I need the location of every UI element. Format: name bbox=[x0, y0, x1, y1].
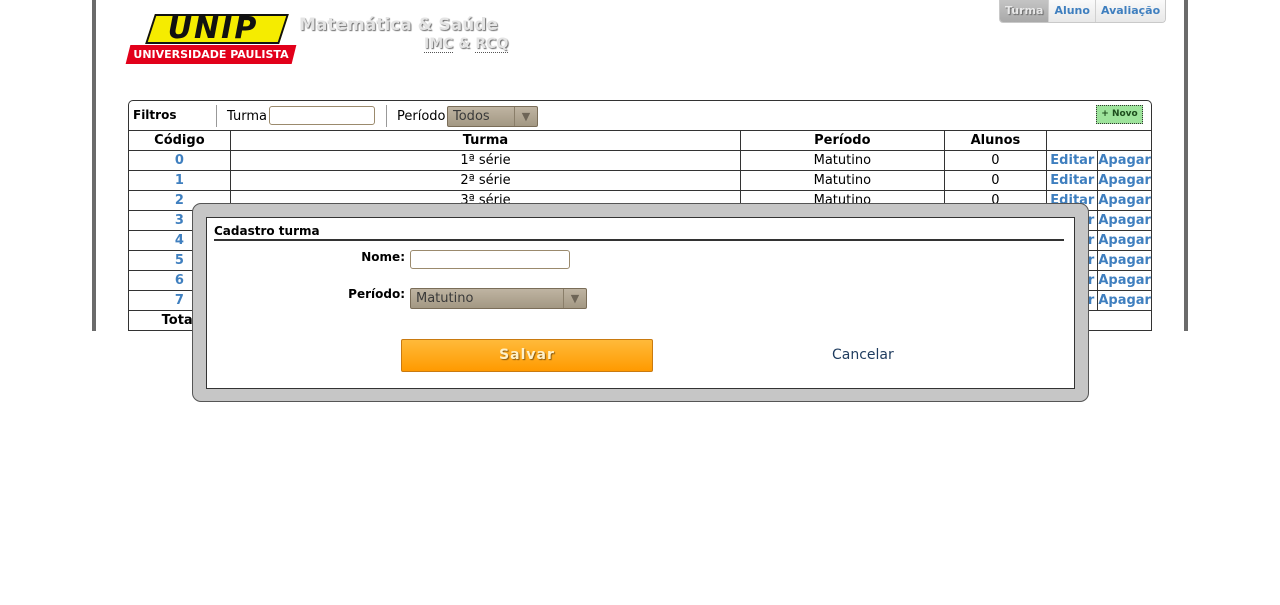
table-header-row: Código Turma Período Alunos bbox=[128, 130, 1152, 151]
delete-link[interactable]: Apagar bbox=[1097, 150, 1152, 171]
column-header-actions bbox=[1046, 130, 1152, 151]
row-turma: 1ª série bbox=[229, 150, 742, 171]
delete-link[interactable]: Apagar bbox=[1097, 250, 1152, 271]
filters-heading: Filtros bbox=[133, 108, 177, 122]
periodo-filter-value: Todos bbox=[453, 109, 490, 124]
table-row: 1 2ª série Matutino 0 Editar Apagar bbox=[128, 170, 1152, 191]
chevron-down-icon: ▼ bbox=[514, 107, 537, 126]
filter-divider bbox=[216, 105, 217, 127]
column-header-turma: Turma bbox=[229, 130, 742, 151]
tab-aluno[interactable]: Aluno bbox=[1048, 0, 1095, 22]
delete-link[interactable]: Apagar bbox=[1097, 270, 1152, 291]
nome-label: Nome: bbox=[361, 250, 405, 264]
periodo-filter-select[interactable]: Todos ▼ bbox=[447, 106, 538, 127]
site-title: Matemática & Saúde bbox=[299, 15, 498, 35]
page-frame-left bbox=[92, 0, 96, 331]
row-codigo[interactable]: 0 bbox=[128, 150, 231, 171]
row-alunos: 0 bbox=[943, 170, 1048, 191]
periodo-select[interactable]: Matutino ▼ bbox=[410, 288, 587, 309]
dialog-title: Cadastro turma bbox=[214, 224, 1064, 241]
abbr-rcq: RCQ bbox=[475, 36, 509, 53]
periodo-filter-label: Período bbox=[397, 109, 446, 124]
site-subtitle: IMC & RCQ bbox=[424, 36, 509, 53]
delete-link[interactable]: Apagar bbox=[1097, 170, 1152, 191]
row-periodo: Matutino bbox=[740, 150, 945, 171]
row-turma: 2ª série bbox=[229, 170, 742, 191]
edit-link[interactable]: Editar bbox=[1046, 150, 1099, 171]
subtitle-ampersand: & bbox=[458, 36, 471, 52]
logo-bottom-text: UNIVERSIDADE PAULISTA bbox=[133, 48, 289, 61]
row-codigo[interactable]: 1 bbox=[128, 170, 231, 191]
column-header-codigo: Código bbox=[128, 130, 231, 151]
save-button[interactable]: Salvar bbox=[401, 339, 653, 372]
row-periodo: Matutino bbox=[740, 170, 945, 191]
turma-filter-label: Turma bbox=[227, 109, 267, 124]
tab-avaliacao[interactable]: Avaliação bbox=[1094, 0, 1166, 22]
unip-logo: UNIP UNIVERSIDADE PAULISTA bbox=[125, 11, 297, 64]
cadastro-turma-dialog: Cadastro turma Nome: Período: Matutino ▼… bbox=[206, 217, 1075, 389]
top-nav-tabs: Turma Aluno Avaliação bbox=[999, 0, 1167, 23]
delete-link[interactable]: Apagar bbox=[1097, 210, 1152, 231]
filter-bar: Filtros Turma Período Todos ▼ + Novo bbox=[128, 100, 1152, 130]
cancel-link[interactable]: Cancelar bbox=[832, 347, 894, 363]
delete-link[interactable]: Apagar bbox=[1097, 230, 1152, 251]
column-header-periodo: Período bbox=[740, 130, 945, 151]
new-turma-button[interactable]: + Novo bbox=[1096, 105, 1143, 124]
abbr-imc: IMC bbox=[424, 36, 454, 53]
logo-top-text: UNIP bbox=[167, 11, 259, 46]
periodo-label: Período: bbox=[348, 287, 405, 301]
delete-link[interactable]: Apagar bbox=[1097, 290, 1152, 311]
periodo-select-value: Matutino bbox=[416, 291, 474, 306]
nome-input[interactable] bbox=[410, 250, 570, 269]
filter-divider bbox=[386, 105, 387, 127]
table-row: 0 1ª série Matutino 0 Editar Apagar bbox=[128, 150, 1152, 171]
row-alunos: 0 bbox=[943, 150, 1048, 171]
column-header-alunos: Alunos bbox=[943, 130, 1048, 151]
turma-filter-input[interactable] bbox=[269, 106, 375, 125]
delete-link[interactable]: Apagar bbox=[1097, 190, 1152, 211]
edit-link[interactable]: Editar bbox=[1046, 170, 1099, 191]
tab-turma[interactable]: Turma bbox=[1000, 0, 1049, 22]
page-frame-right bbox=[1184, 0, 1188, 331]
chevron-down-icon: ▼ bbox=[563, 289, 586, 308]
